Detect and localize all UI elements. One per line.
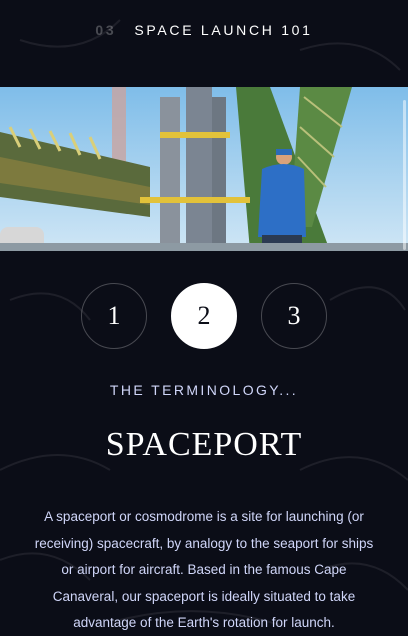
- term-description: A spaceport or cosmodrome is a site for …: [34, 509, 374, 630]
- hero-image: [0, 87, 408, 251]
- terminology-label: THE TERMINOLOGY...: [109, 382, 299, 398]
- step-button-1[interactable]: 1: [81, 283, 147, 349]
- section-number: 03: [95, 22, 117, 38]
- term-heading: SPACEPORT: [105, 426, 303, 463]
- step-navigation: 1 2 3: [0, 283, 408, 349]
- scrollbar[interactable]: [403, 100, 406, 250]
- spaceport-launch-pad-photo: [0, 87, 408, 251]
- page-header: 03 SPACE LAUNCH 101: [0, 0, 408, 60]
- step-button-2[interactable]: 2: [171, 283, 237, 349]
- step-button-3[interactable]: 3: [261, 283, 327, 349]
- section-title: SPACE LAUNCH 101: [134, 22, 313, 38]
